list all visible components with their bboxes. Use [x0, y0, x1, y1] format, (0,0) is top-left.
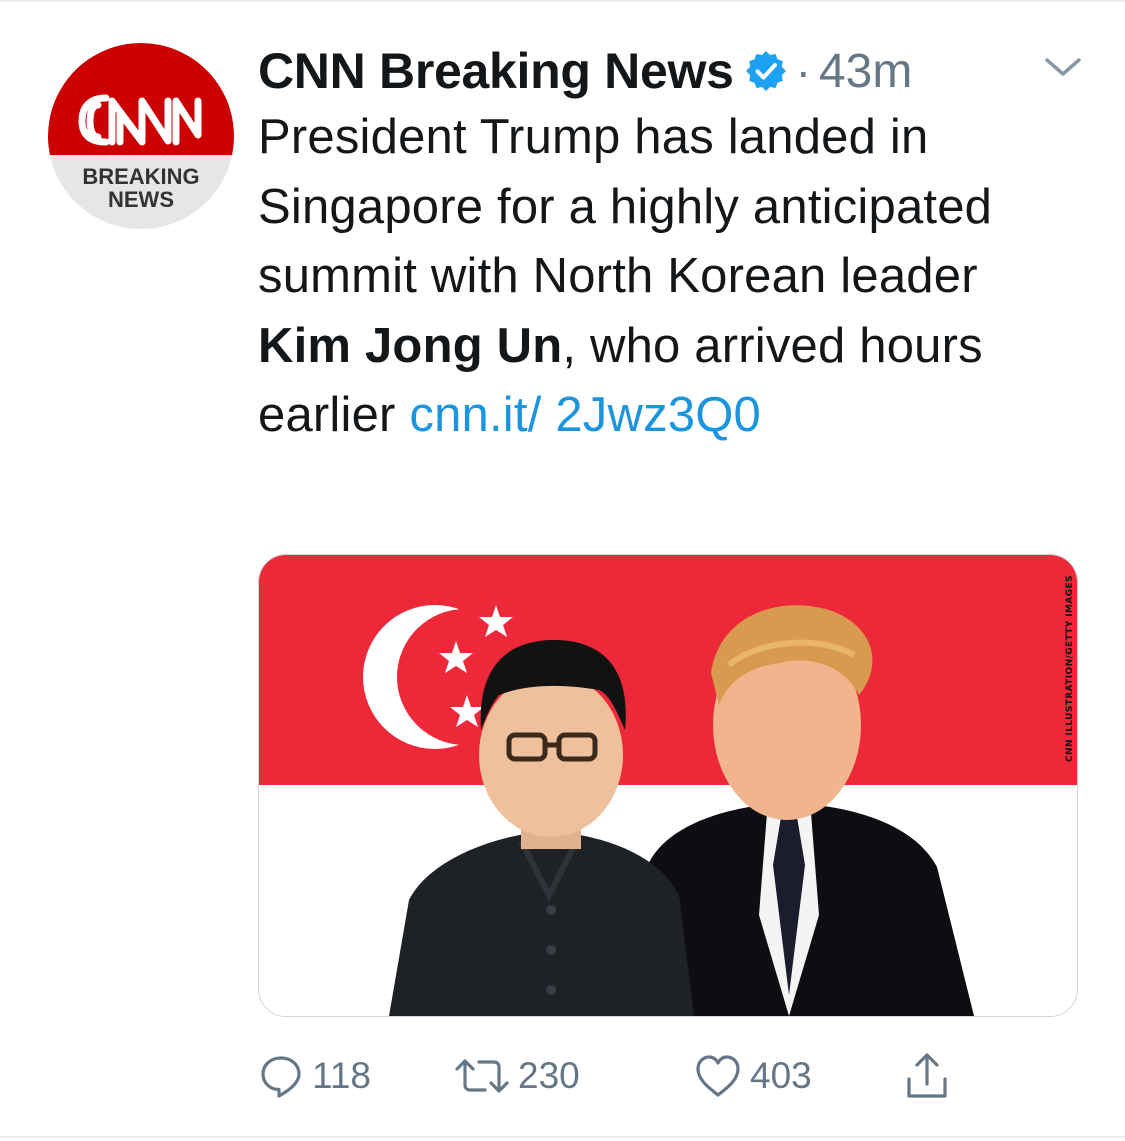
- like-count: 403: [750, 1055, 812, 1096]
- share-icon: [904, 1051, 950, 1101]
- top-divider: [0, 0, 1125, 2]
- chevron-down-icon[interactable]: [1042, 52, 1084, 82]
- tweet-timestamp[interactable]: 43m: [819, 44, 912, 99]
- share-button[interactable]: [904, 1044, 950, 1108]
- media-credit: CNN ILLUSTRATION/GETTY IMAGES: [1065, 575, 1075, 762]
- tweet-header: CNN Breaking News · 43m: [258, 36, 1088, 106]
- tweet-media[interactable]: CNN ILLUSTRATION/GETTY IMAGES: [258, 554, 1078, 1017]
- retweet-icon: [454, 1053, 510, 1099]
- heart-icon: [694, 1053, 742, 1099]
- media-image: [259, 555, 1077, 1016]
- bottom-divider: [0, 1136, 1125, 1138]
- reply-count: 118: [312, 1055, 371, 1096]
- tweet-link[interactable]: cnn.it/ 2Jwz3Q0: [409, 388, 761, 442]
- cnn-breaking-news-logo: BREAKING NEWS: [48, 43, 234, 229]
- author-display-name[interactable]: CNN Breaking News: [258, 42, 734, 100]
- tweet-actions: 118 230 403: [258, 1044, 978, 1108]
- tweet-text-part1: President Trump has landed in Singapore …: [258, 110, 993, 303]
- avatar[interactable]: BREAKING NEWS: [48, 43, 234, 229]
- avatar-badge-line2: NEWS: [108, 187, 174, 212]
- verified-badge-icon: [744, 49, 788, 93]
- reply-icon: [258, 1053, 304, 1099]
- retweet-count: 230: [518, 1055, 580, 1096]
- like-button[interactable]: 403: [694, 1044, 812, 1108]
- avatar-badge-line1: BREAKING: [82, 164, 199, 189]
- retweet-button[interactable]: 230: [454, 1044, 580, 1108]
- header-separator: ·: [795, 45, 811, 97]
- tweet-text-mention: Kim Jong Un: [258, 318, 563, 373]
- reply-button[interactable]: 118: [258, 1044, 371, 1108]
- tweet-text: President Trump has landed in Singapore …: [258, 103, 1078, 451]
